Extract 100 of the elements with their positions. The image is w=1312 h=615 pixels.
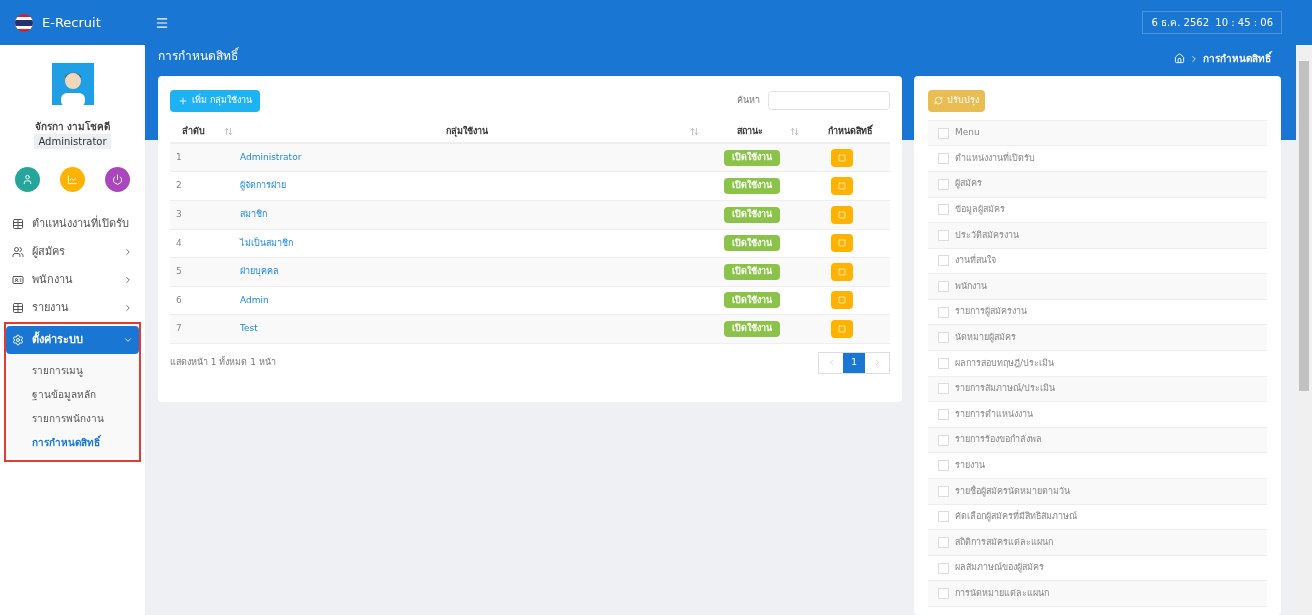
group-name-link[interactable]: ไม่เป็นสมาชิก (240, 236, 710, 251)
column-header[interactable]: ลำดับ (170, 124, 224, 139)
table-cell-text: 6 (175, 293, 183, 307)
user-name: จักรกา งามโชคดี (34, 120, 111, 134)
home-icon[interactable] (1174, 53, 1185, 64)
checkbox[interactable] (938, 485, 949, 497)
status-badge: เปิดใช้งาน (724, 178, 780, 195)
plus-icon (178, 95, 188, 106)
group-name-link[interactable]: สมาชิก (240, 207, 710, 222)
sidebar-item[interactable]: ตั้งค่าระบบ (6, 326, 139, 354)
permission-button[interactable] (831, 177, 853, 196)
checkbox-label: ข้อมูลผู้สมัคร (955, 203, 1005, 217)
square-icon (838, 239, 846, 248)
permission-button[interactable] (831, 291, 853, 310)
chevron-right-icon (123, 275, 133, 285)
group-name-link[interactable]: ผู้จัดการฝ่าย (240, 179, 710, 193)
checkbox-label: รายงาน (955, 459, 985, 472)
group-name-link[interactable]: Test (240, 322, 710, 336)
submenu-item[interactable]: รายการพนักงาน (6, 406, 139, 430)
user-role: Administrator (34, 134, 111, 149)
checkbox-label: พนักงาน (955, 279, 987, 293)
sidebar-item[interactable]: พนักงาน (6, 266, 139, 294)
scrollbar[interactable] (1296, 45, 1312, 615)
search-field[interactable] (768, 91, 890, 111)
chevron-down-icon (123, 335, 133, 345)
status-badge: เปิดใช้งาน (724, 149, 780, 166)
square-icon (838, 325, 846, 334)
checkbox-label: ตำแหน่งงานที่เปิดรับ (955, 151, 1035, 165)
checkbox-label: รายการสัมภาษณ์/ประเมิน (955, 382, 1056, 396)
checkbox[interactable] (938, 562, 949, 574)
chevron-right-icon (1189, 53, 1199, 64)
status-badge: เปิดใช้งาน (724, 235, 780, 252)
column-header[interactable]: สถานะ (710, 124, 790, 139)
checkbox[interactable] (938, 409, 949, 421)
checkbox[interactable] (938, 204, 949, 216)
table-cell-text: 4 (175, 236, 183, 250)
chart-icon (67, 174, 78, 185)
flag-icon (14, 12, 34, 33)
checkbox[interactable] (938, 332, 949, 344)
sort-icon[interactable] (224, 127, 233, 137)
checkbox[interactable] (938, 153, 949, 165)
checkbox-label: รายชื่อผู้สมัครนัดหมายตามวัน (955, 484, 1070, 499)
checkbox-label: รายการตำแหน่งงาน (955, 407, 1033, 421)
checkbox[interactable] (938, 229, 949, 241)
checkbox[interactable] (938, 460, 949, 472)
table-icon (12, 302, 24, 314)
chevron-right-icon (123, 247, 133, 257)
submenu-item[interactable]: การกำหนดสิทธิ์ (6, 430, 139, 454)
submenu-item[interactable]: ฐานข้อมูลหลัก (6, 382, 139, 406)
checkbox-label: ผู้สมัคร (955, 177, 982, 191)
sort-icon[interactable] (790, 127, 799, 137)
permission-button[interactable] (831, 148, 853, 167)
checkbox[interactable] (938, 178, 949, 190)
table-cell-text: 5 (175, 265, 183, 279)
checkbox[interactable] (938, 588, 949, 600)
sidebar-item[interactable]: ผู้สมัคร (6, 238, 139, 266)
checkbox[interactable] (938, 127, 949, 139)
checkbox-label: การนัดหมายแต่ละแผนก (955, 586, 1049, 600)
user-icon (22, 174, 33, 185)
permission-button[interactable] (831, 262, 853, 281)
power-button[interactable] (105, 167, 130, 192)
checkbox[interactable] (938, 434, 949, 446)
page-info: แสดงหน้า 1 ทั้งหมด 1 หน้า (170, 356, 276, 370)
permission-button[interactable] (831, 205, 853, 224)
group-name-link[interactable]: Administrator (240, 150, 710, 165)
page-title: การกำหนดสิทธิ์ (158, 47, 238, 65)
column-header: กำหนดสิทธิ์ (827, 124, 874, 138)
date-time: 6 ธ.ค. 2562 10 : 45 : 06 (1142, 11, 1282, 34)
status-badge: เปิดใช้งาน (724, 263, 780, 280)
sort-icon[interactable] (690, 127, 699, 137)
profile-button[interactable] (15, 167, 40, 192)
menu-icon[interactable] (155, 15, 169, 30)
app-title: E-Recruit (42, 13, 101, 32)
page-button[interactable]: 1 (843, 352, 865, 373)
group-name-link[interactable]: ฝ่ายบุคคล (240, 265, 710, 279)
add-group-button[interactable]: เพิ่ม กลุ่มใช้งาน (170, 89, 260, 112)
sidebar-item[interactable]: ตำแหน่งงานที่เปิดรับ (6, 210, 139, 238)
column-header[interactable]: กลุ่มใช้งาน (244, 124, 690, 139)
checkbox[interactable] (938, 511, 949, 523)
submenu-item[interactable]: รายการเมนู (6, 358, 139, 382)
checkbox[interactable] (938, 383, 949, 395)
checkbox-label: Menu (955, 126, 980, 140)
group-name-link[interactable]: Admin (240, 293, 710, 308)
checkbox[interactable] (938, 537, 949, 548)
avatar-silhouette (51, 63, 94, 105)
permission-button[interactable] (831, 234, 853, 253)
chart-button[interactable] (60, 167, 85, 192)
badge-icon (12, 274, 24, 286)
checkbox[interactable] (938, 357, 949, 369)
checkbox[interactable] (938, 281, 949, 293)
refresh-icon (934, 96, 943, 106)
table-cell-text: 7 (175, 322, 183, 336)
checkbox[interactable] (938, 306, 949, 318)
checkbox-label: รายการผู้สมัครงาน (955, 305, 1027, 319)
checkbox-label: งานที่สนใจ (955, 254, 996, 268)
checkbox-label: รายการร้องขอกำลังพล (955, 433, 1042, 447)
checkbox-label: ผลการสอบทฤษฎี/ประเมิน (955, 356, 1055, 370)
sidebar-item[interactable]: รายงาน (6, 294, 139, 322)
checkbox[interactable] (938, 255, 949, 267)
permission-button[interactable] (831, 320, 853, 339)
